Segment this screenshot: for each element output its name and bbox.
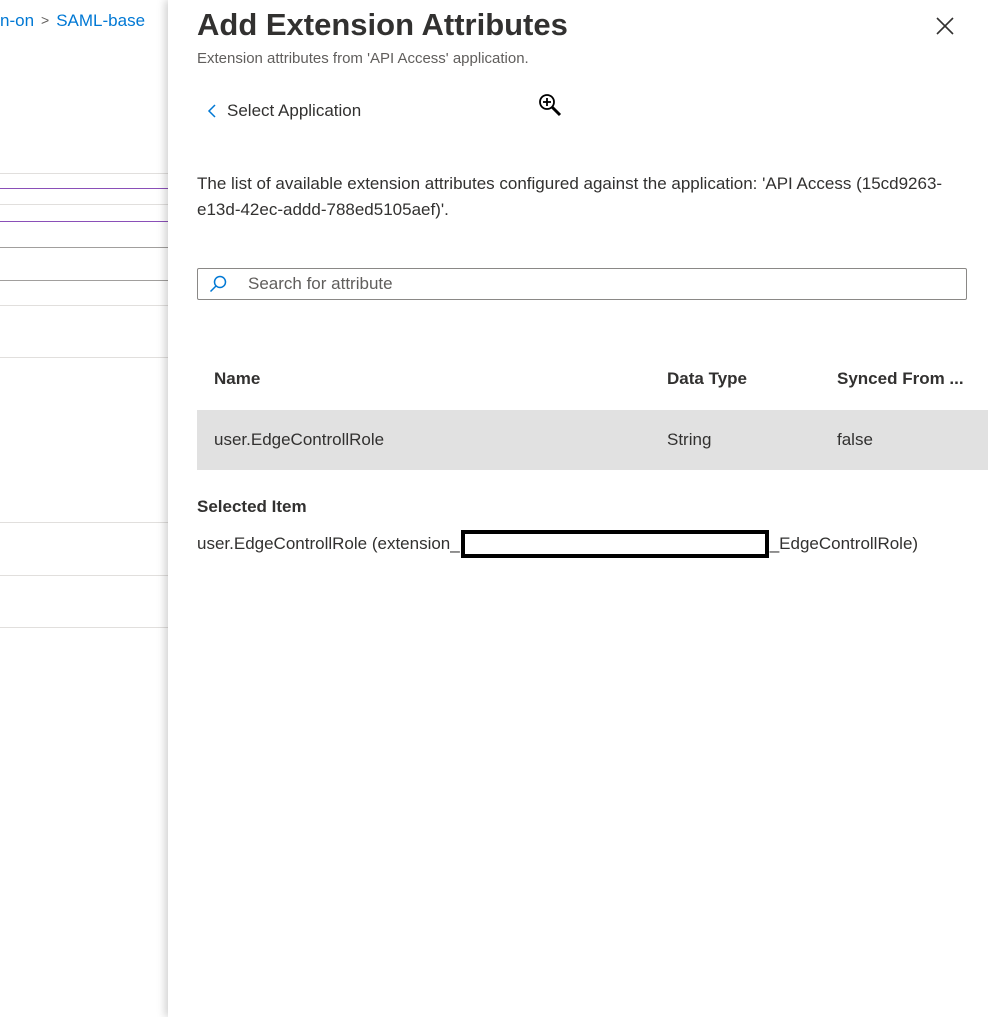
divider	[0, 247, 168, 248]
divider	[0, 522, 168, 523]
selected-item-value: user.EdgeControllRole (extension_ _EdgeCo…	[197, 530, 918, 558]
column-header-name[interactable]: Name	[214, 358, 260, 400]
redaction-box	[460, 530, 769, 558]
background-page: n-on > SAML-base	[0, 0, 168, 1017]
row-name-cell: user.EdgeControllRole	[214, 430, 385, 449]
close-button[interactable]	[930, 11, 960, 41]
divider	[0, 357, 168, 358]
zoom-cursor-icon	[539, 94, 562, 117]
panel-subtitle: Extension attributes from 'API Access' a…	[197, 50, 529, 67]
divider	[0, 221, 168, 222]
selected-item-prefix: user.EdgeControllRole (extension_	[197, 534, 460, 553]
table-row[interactable]: user.EdgeControllRole String false	[197, 410, 988, 470]
divider	[0, 627, 168, 628]
breadcrumb-item-saml-based[interactable]: SAML-base	[56, 11, 145, 30]
breadcrumb-item-single-sign-on[interactable]: n-on	[0, 11, 34, 30]
selected-item-label: Selected Item	[197, 497, 307, 516]
app-root: n-on > SAML-base Add Extension Attributes …	[0, 0, 988, 1017]
row-data-type-cell: String	[667, 430, 712, 449]
divider	[0, 188, 168, 189]
panel-title: Add Extension Attributes	[197, 7, 568, 42]
divider	[0, 305, 168, 306]
attributes-description: The list of available extension attribut…	[197, 174, 943, 219]
divider	[0, 575, 168, 576]
search-input[interactable]	[248, 270, 966, 298]
search-icon	[209, 275, 227, 293]
divider	[0, 173, 168, 174]
breadcrumb-separator: >	[41, 12, 50, 28]
search-box[interactable]	[197, 268, 967, 300]
add-extension-attributes-panel: Add Extension Attributes Extension attri…	[168, 0, 988, 1017]
back-link-label: Select Application	[227, 101, 362, 120]
table-header: Name Data Type Synced From ...	[197, 358, 988, 400]
select-application-back-link[interactable]: Select Application	[206, 98, 361, 124]
column-header-data-type[interactable]: Data Type	[667, 358, 747, 400]
divider	[0, 204, 168, 205]
column-header-synced-from[interactable]: Synced From ...	[837, 358, 964, 400]
row-synced-from-cell: false	[837, 430, 873, 449]
chevron-left-icon	[207, 104, 216, 118]
selected-item-suffix: _EdgeControllRole)	[769, 534, 919, 553]
close-icon	[936, 17, 954, 35]
breadcrumb: n-on > SAML-base	[0, 9, 145, 32]
divider	[0, 280, 168, 281]
